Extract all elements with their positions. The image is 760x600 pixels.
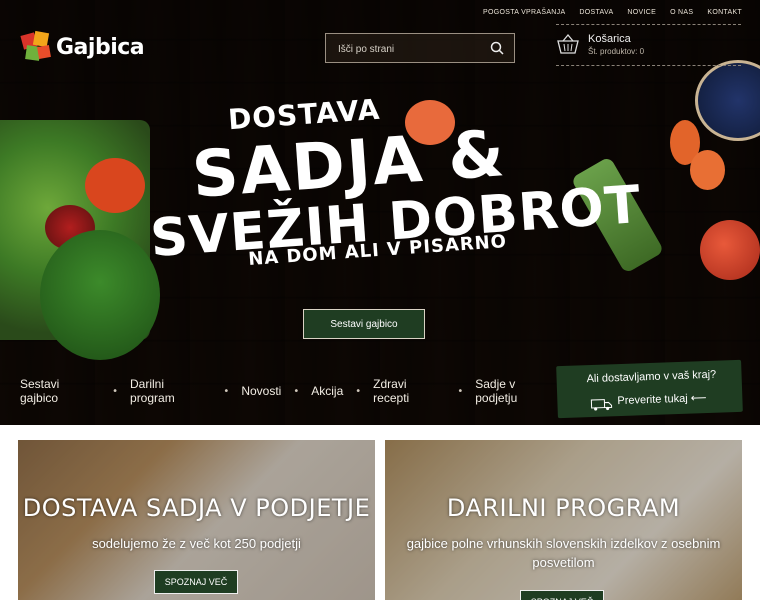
truck-icon — [590, 395, 613, 411]
top-navigation: POGOSTA VPRAŠANJA DOSTAVA NOVICE O NAS K… — [483, 9, 742, 16]
card-subtitle: gajbice polne vrhunskih slovenskih izdel… — [406, 536, 721, 570]
card-title: DOSTAVA SADJA V PODJETJE — [22, 494, 371, 522]
nav-healthy-recipes[interactable]: Zdravi recepti — [373, 377, 445, 405]
nav-gift-program[interactable]: Darilni program — [130, 377, 211, 405]
delivery-check-banner[interactable]: Ali dostavljamo v vaš kraj? Preverite tu… — [556, 359, 743, 419]
nav-separator: • — [355, 385, 362, 397]
learn-more-button[interactable]: SPOZNAJ VEČ — [520, 590, 604, 600]
brand-logo[interactable]: Gajbica — [20, 30, 145, 64]
cart-title: Košarica — [588, 33, 631, 45]
logo-icon — [20, 30, 54, 64]
brand-name: Gajbica — [56, 34, 145, 60]
divider — [556, 24, 741, 25]
topnav-news[interactable]: NOVICE — [627, 9, 656, 16]
nav-separator: • — [223, 385, 230, 397]
basket-icon — [556, 33, 580, 59]
hero-banner: Gajbica POGOSTA VPRAŠANJA DOSTAVA NOVICE… — [0, 0, 760, 425]
nav-build-box[interactable]: Sestavi gajbico — [20, 377, 100, 405]
delivery-question: Ali dostavljamo v vaš kraj? — [586, 368, 717, 386]
topnav-contact[interactable]: KONTAKT — [707, 9, 742, 16]
cart[interactable]: Košarica Št. produktov: 0 — [556, 33, 644, 59]
nav-separator: • — [112, 385, 119, 397]
divider — [556, 65, 741, 66]
topnav-about[interactable]: O NAS — [670, 9, 693, 16]
card-title: DARILNI PROGRAM — [446, 494, 681, 522]
nav-separator: • — [457, 385, 464, 397]
cart-info: Košarica Št. produktov: 0 — [588, 33, 644, 59]
topnav-faq[interactable]: POGOSTA VPRAŠANJA — [483, 9, 565, 16]
apple-image — [700, 220, 760, 280]
search-box — [325, 33, 515, 64]
nav-sale[interactable]: Akcija — [311, 384, 343, 398]
build-box-button[interactable]: Sestavi gajbico — [303, 309, 425, 339]
learn-more-button[interactable]: SPOZNAJ VEČ — [154, 570, 238, 594]
blueberries-image — [695, 60, 760, 141]
nav-fruit-at-work[interactable]: Sadje v podjetju — [475, 377, 560, 405]
topnav-delivery[interactable]: DOSTAVA — [579, 9, 613, 16]
search-input[interactable] — [336, 34, 480, 64]
nav-news[interactable]: Novosti — [241, 384, 281, 398]
main-navigation: Sestavi gajbico • Darilni program • Novo… — [0, 366, 560, 416]
card-subtitle: sodelujemo že z več kot 250 podjetji — [92, 536, 301, 551]
pepper-image — [85, 158, 145, 213]
card-gift-program[interactable]: DARILNI PROGRAM gajbice polne vrhunskih … — [385, 440, 742, 600]
orange-slices-image — [690, 150, 725, 190]
search-icon[interactable] — [490, 40, 504, 55]
nav-separator: • — [293, 385, 300, 397]
delivery-check-link[interactable]: Preverite tukaj ⟵ — [617, 391, 707, 407]
card-corporate-delivery[interactable]: DOSTAVA SADJA V PODJETJE sodelujemo že z… — [18, 440, 375, 600]
cart-count: Št. produktov: 0 — [588, 47, 645, 56]
kale-image — [40, 230, 160, 360]
